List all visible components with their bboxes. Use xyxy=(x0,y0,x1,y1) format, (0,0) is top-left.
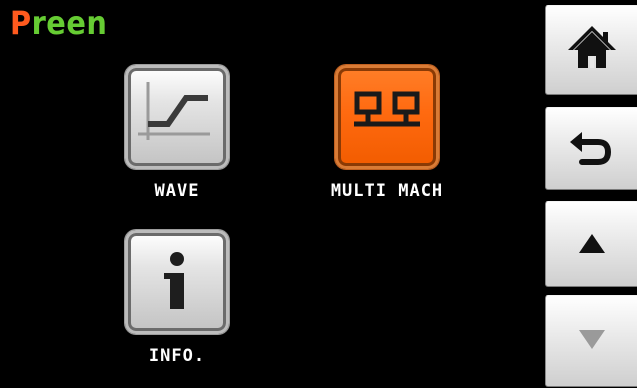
back-arrow-icon xyxy=(570,132,612,165)
scroll-up-button[interactable] xyxy=(545,201,637,287)
info-button[interactable] xyxy=(125,230,229,334)
brand-letter: n xyxy=(86,4,108,42)
up-triangle-icon xyxy=(579,234,605,253)
down-triangle-icon xyxy=(579,330,605,349)
info-label: INFO. xyxy=(148,346,206,366)
brand-letter: r xyxy=(31,4,47,42)
multi-mach-label: MULTI MACH xyxy=(330,181,444,201)
screen: Preen WAVE MULTI MACH INFO. xyxy=(0,0,637,387)
wave-curve-icon xyxy=(138,82,210,140)
network-icon xyxy=(354,91,420,127)
scroll-down-button[interactable] xyxy=(545,295,637,387)
home-icon xyxy=(568,26,616,68)
info-icon xyxy=(164,252,184,309)
multi-mach-button[interactable] xyxy=(335,65,439,169)
wave-label: WAVE xyxy=(154,181,200,201)
brand-letter: e xyxy=(66,4,87,42)
home-button[interactable] xyxy=(545,5,637,95)
brand-logo: Preen xyxy=(10,4,107,44)
brand-letter: P xyxy=(10,4,32,42)
back-button[interactable] xyxy=(545,107,637,190)
brand-letter: e xyxy=(46,4,67,42)
wave-button[interactable] xyxy=(125,65,229,169)
